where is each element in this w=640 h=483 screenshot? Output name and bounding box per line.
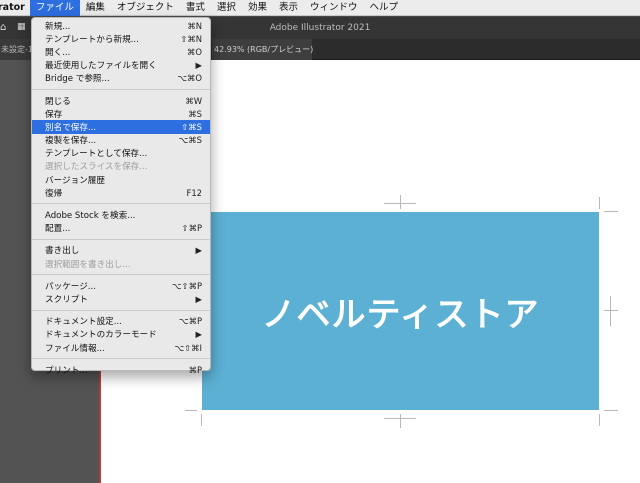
crop-mark bbox=[201, 414, 202, 426]
artwork-text: ノベルティストア bbox=[261, 294, 540, 335]
crop-mark bbox=[185, 410, 197, 411]
app-menu[interactable]: rator bbox=[0, 2, 30, 13]
file-menu-dropdown: 新規... ⌘N テンプレートから新規... ⇧⌘N 開く... ⌘O 最近使用したフ… bbox=[31, 17, 211, 376]
menu-item-open[interactable]: 開く... ⌘O bbox=[32, 45, 210, 58]
menu-separator bbox=[32, 203, 210, 205]
menu-item-browse-in-bridge[interactable]: Bridge で参照... ⌥⌘O bbox=[32, 72, 210, 85]
menu-view[interactable]: 表示 bbox=[273, 0, 304, 16]
menu-separator bbox=[32, 238, 210, 240]
menu-item-save[interactable]: 保存 ⌘S bbox=[32, 107, 210, 120]
menu-item-new-from-template[interactable]: テンプレートから新規... ⇧⌘N bbox=[32, 32, 210, 45]
menu-item-open-recent[interactable]: 最近使用したファイルを開く ▶ bbox=[32, 59, 210, 72]
menu-separator bbox=[32, 88, 210, 90]
submenu-arrow-icon: ▶ bbox=[195, 329, 202, 340]
menu-item-document-color-mode[interactable]: ドキュメントのカラーモード ▶ bbox=[32, 328, 210, 341]
menu-item-document-setup[interactable]: ドキュメント設定... ⌥⌘P bbox=[32, 315, 210, 328]
crop-mark bbox=[604, 310, 618, 311]
artwork-banner[interactable]: ノベルティストア bbox=[202, 212, 599, 410]
menu-item-save-a-copy[interactable]: 複製を保存... ⌥⌘S bbox=[32, 134, 210, 147]
menu-item-version-history[interactable]: バージョン履歴 bbox=[32, 173, 210, 186]
menu-item-save-selected-slices: 選択したスライスを保存... bbox=[45, 162, 148, 173]
menu-item-place[interactable]: 配置... ⇧⌘P bbox=[32, 222, 210, 235]
menu-item-save-as[interactable]: 別名で保存... ⇧⌘S bbox=[32, 120, 210, 134]
menu-item-scripts[interactable]: スクリプト ▶ bbox=[32, 292, 210, 305]
menu-item-search-adobe-stock[interactable]: Adobe Stock を検索... bbox=[32, 208, 210, 221]
crop-mark bbox=[599, 414, 600, 426]
menu-item-export-selection: 選択範囲を書き出し... bbox=[45, 259, 131, 270]
menu-item-save-as-template[interactable]: テンプレートとして保存... bbox=[32, 147, 210, 160]
menu-item-new[interactable]: 新規... ⌘N bbox=[32, 19, 210, 32]
menu-type[interactable]: 書式 bbox=[180, 0, 211, 16]
crop-mark bbox=[610, 296, 611, 326]
menu-bar: rator ファイル 編集 オブジェクト 書式 選択 効果 表示 ウィンドウ ヘ… bbox=[0, 0, 640, 16]
menu-window[interactable]: ウィンドウ bbox=[304, 0, 364, 16]
crop-mark bbox=[604, 410, 618, 411]
menu-effect[interactable]: 効果 bbox=[242, 0, 273, 16]
submenu-arrow-icon: ▶ bbox=[195, 293, 202, 304]
menu-item-print[interactable]: プリント... ⌘P bbox=[32, 363, 210, 376]
home-icon[interactable]: ⌂ bbox=[0, 22, 6, 33]
menu-item-close[interactable]: 閉じる ⌘W bbox=[32, 94, 210, 107]
menu-item-file-info[interactable]: ファイル情報... ⌥⇧⌘I bbox=[32, 341, 210, 354]
crop-mark bbox=[400, 195, 401, 209]
crop-mark bbox=[604, 211, 618, 212]
menu-file[interactable]: ファイル bbox=[29, 0, 80, 16]
menu-separator bbox=[32, 358, 210, 360]
menu-object[interactable]: オブジェクト bbox=[111, 0, 180, 16]
crop-mark bbox=[400, 414, 401, 428]
submenu-arrow-icon: ▶ bbox=[195, 245, 202, 256]
menu-help[interactable]: ヘルプ bbox=[363, 0, 404, 16]
menu-edit[interactable]: 編集 bbox=[80, 0, 111, 16]
crop-mark bbox=[599, 197, 600, 209]
menu-select[interactable]: 選択 bbox=[211, 0, 242, 16]
document-tab[interactable]: 未設定-1 bbox=[0, 39, 34, 60]
menu-separator bbox=[32, 274, 210, 276]
submenu-arrow-icon: ▶ bbox=[195, 60, 202, 71]
document-tab-zoom[interactable]: 42.93% (RGB/プレビュー) bbox=[212, 39, 313, 60]
menu-separator bbox=[32, 309, 210, 311]
menu-item-package[interactable]: パッケージ... ⌥⇧⌘P bbox=[32, 279, 210, 292]
workspace-icon[interactable]: ▦ bbox=[17, 22, 26, 32]
menu-item-revert[interactable]: 復帰 F12 bbox=[32, 186, 210, 199]
menu-item-export[interactable]: 書き出し ▶ bbox=[32, 244, 210, 257]
